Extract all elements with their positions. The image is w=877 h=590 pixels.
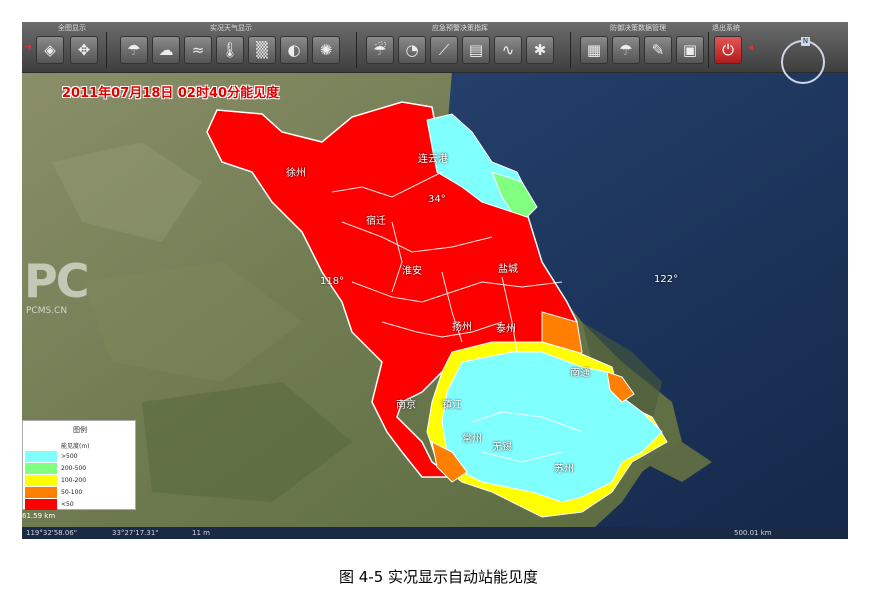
wave-chart-icon[interactable]: ∿ (494, 36, 522, 64)
pie-chart-icon[interactable]: ◔ (398, 36, 426, 64)
legend-swatch (25, 499, 57, 510)
watermark-logo: PC (24, 254, 89, 308)
status-bar: 119°32'58.06" 33°27'17.31" 11 m 500.01 k… (22, 527, 848, 539)
watermark-text: PCMS.CN (26, 306, 68, 316)
toolbar-group-label: 实况天气显示 (210, 24, 252, 32)
notebook-icon[interactable]: ✎ (644, 36, 672, 64)
legend-label: >500 (61, 453, 78, 460)
toolbar-group-label: 应急预警决策指挥 (432, 24, 488, 32)
line-chart-icon[interactable]: ⟋ (430, 36, 458, 64)
table-icon[interactable]: ▦ (580, 36, 608, 64)
main-toolbar: 全图显示 实况天气显示 应急预警决策指挥 防御决策数据管理 退出系统 ➜ ◂ ◈… (22, 22, 848, 73)
legend-row: 50-100 (25, 487, 135, 498)
thermometer-icon[interactable]: 🌡 (216, 36, 244, 64)
city-label: 淮安 (402, 266, 422, 277)
legend-label: <50 (61, 501, 74, 508)
legend-label: 100-200 (61, 477, 87, 484)
document-icon[interactable]: ▤ (462, 36, 490, 64)
legend-label: 50-100 (61, 489, 83, 496)
toolbar-separator (356, 32, 357, 68)
latitude-label: 34° (428, 194, 446, 205)
city-label: 泰州 (496, 324, 516, 335)
toolbar-group-label: 全图显示 (58, 24, 86, 32)
city-label: 连云港 (418, 154, 448, 165)
legend-swatch (25, 475, 57, 486)
map-viewport[interactable]: 全图显示 实况天气显示 应急预警决策指挥 防御决策数据管理 退出系统 ➜ ◂ ◈… (22, 22, 848, 539)
toolbar-separator (106, 32, 107, 68)
legend-unit: 能见度(m) (61, 443, 90, 450)
legend-swatch (25, 487, 57, 498)
toolbar-scroll-left-icon[interactable]: ➜ (24, 42, 32, 53)
latitude-readout: 33°27'17.31" (112, 529, 159, 537)
longitude-label: 118° (320, 276, 345, 287)
eye-altitude-readout: 500.01 km (734, 529, 772, 537)
scale-bar: 61.59 km (22, 512, 82, 522)
legend-row: >500 (25, 451, 135, 462)
longitude-label: 122° (654, 274, 679, 285)
map-pan-icon[interactable]: ✥ (70, 36, 98, 64)
compass-icon[interactable] (781, 40, 825, 84)
legend-swatch (25, 451, 57, 462)
legend-row: 100-200 (25, 475, 135, 486)
rain-cloud-icon[interactable]: ☔ (366, 36, 394, 64)
city-label: 徐州 (286, 168, 306, 179)
power-icon[interactable]: ⏻ (714, 36, 742, 64)
city-label: 扬州 (452, 322, 472, 333)
city-label: 常州 (462, 434, 482, 445)
legend-panel: 图例 能见度(m) >500 200-500 100-200 50-100 <5… (22, 420, 136, 510)
globe-icon[interactable]: ◐ (280, 36, 308, 64)
toolbar-separator (708, 32, 709, 68)
umbrella-icon[interactable]: ☂ (612, 36, 640, 64)
legend-swatch (25, 463, 57, 474)
city-label: 南京 (396, 400, 416, 411)
longitude-readout: 119°32'58.06" (26, 529, 77, 537)
toolbar-scroll-right-icon[interactable]: ◂ (748, 42, 753, 53)
map-datetime-title: 2011年07月18日 02时40分能见度 (62, 86, 280, 101)
toolbar-group-label: 退出系统 (712, 24, 740, 32)
cloud-icon[interactable]: ☁ (152, 36, 180, 64)
layers-icon[interactable]: ◈ (36, 36, 64, 64)
city-label: 镇江 (442, 400, 462, 411)
calendar-icon[interactable]: ▣ (676, 36, 704, 64)
elevation-readout: 11 m (192, 529, 210, 537)
city-label: 苏州 (554, 464, 574, 475)
toolbar-group-label: 防御决策数据管理 (610, 24, 666, 32)
city-label: 无锡 (492, 442, 512, 453)
city-label: 南通 (570, 368, 590, 379)
legend-row: <50 (25, 499, 135, 510)
scale-label: 61.59 km (22, 512, 56, 520)
figure-caption: 图 4-5 实况显示自动站能见度 (338, 568, 539, 586)
weather-station-icon[interactable]: ☂ (120, 36, 148, 64)
toolbar-separator (570, 32, 571, 68)
typhoon-icon[interactable]: ✺ (312, 36, 340, 64)
legend-label: 200-500 (61, 465, 87, 472)
compass-north-icon[interactable]: N (801, 37, 810, 46)
city-label: 宿迁 (366, 216, 386, 227)
legend-title: 图例 (73, 426, 87, 434)
gear-icon[interactable]: ✱ (526, 36, 554, 64)
wind-icon[interactable]: ≈ (184, 36, 212, 64)
fog-icon[interactable]: ▒ (248, 36, 276, 64)
city-label: 盐城 (498, 264, 518, 275)
legend-row: 200-500 (25, 463, 135, 474)
